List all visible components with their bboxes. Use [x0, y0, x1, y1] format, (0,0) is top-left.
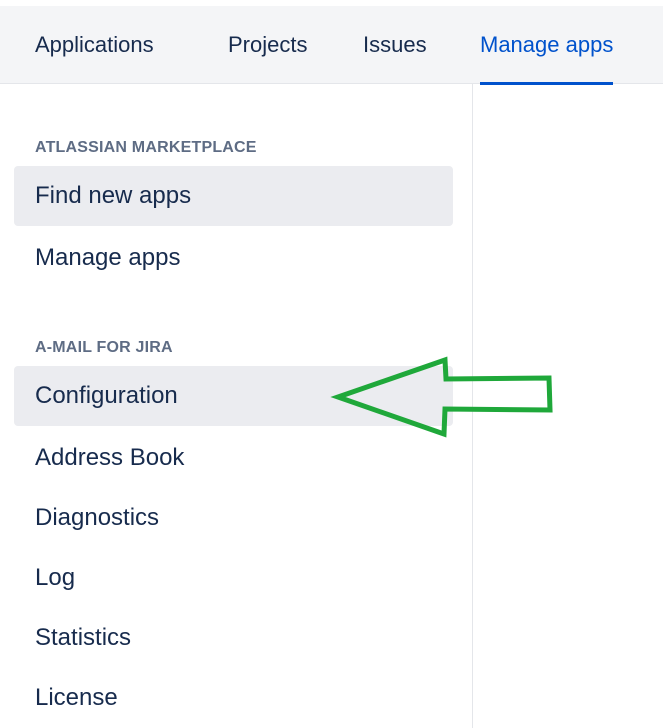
sidebar-item-license[interactable]: License [14, 668, 453, 728]
section-header-a-mail-for-jira: A-MAIL FOR JIRA [35, 339, 173, 356]
sidebar-item-manage-apps[interactable]: Manage apps [14, 228, 453, 288]
section-header-atlassian-marketplace: ATLASSIAN MARKETPLACE [35, 139, 257, 156]
tab-projects[interactable]: Projects [228, 6, 307, 84]
tab-applications[interactable]: Applications [35, 6, 154, 84]
tab-issues[interactable]: Issues [363, 6, 427, 84]
sidebar-item-log[interactable]: Log [14, 548, 453, 608]
top-navigation: Applications Projects Issues Manage apps [0, 6, 663, 85]
tab-manage-apps[interactable]: Manage apps [480, 6, 614, 85]
sidebar-item-statistics[interactable]: Statistics [14, 608, 453, 668]
arrow-left-icon [330, 356, 553, 438]
page: Applications Projects Issues Manage apps… [0, 0, 663, 728]
sidebar-item-find-new-apps[interactable]: Find new apps [14, 166, 453, 226]
sidebar-item-diagnostics[interactable]: Diagnostics [14, 488, 453, 548]
